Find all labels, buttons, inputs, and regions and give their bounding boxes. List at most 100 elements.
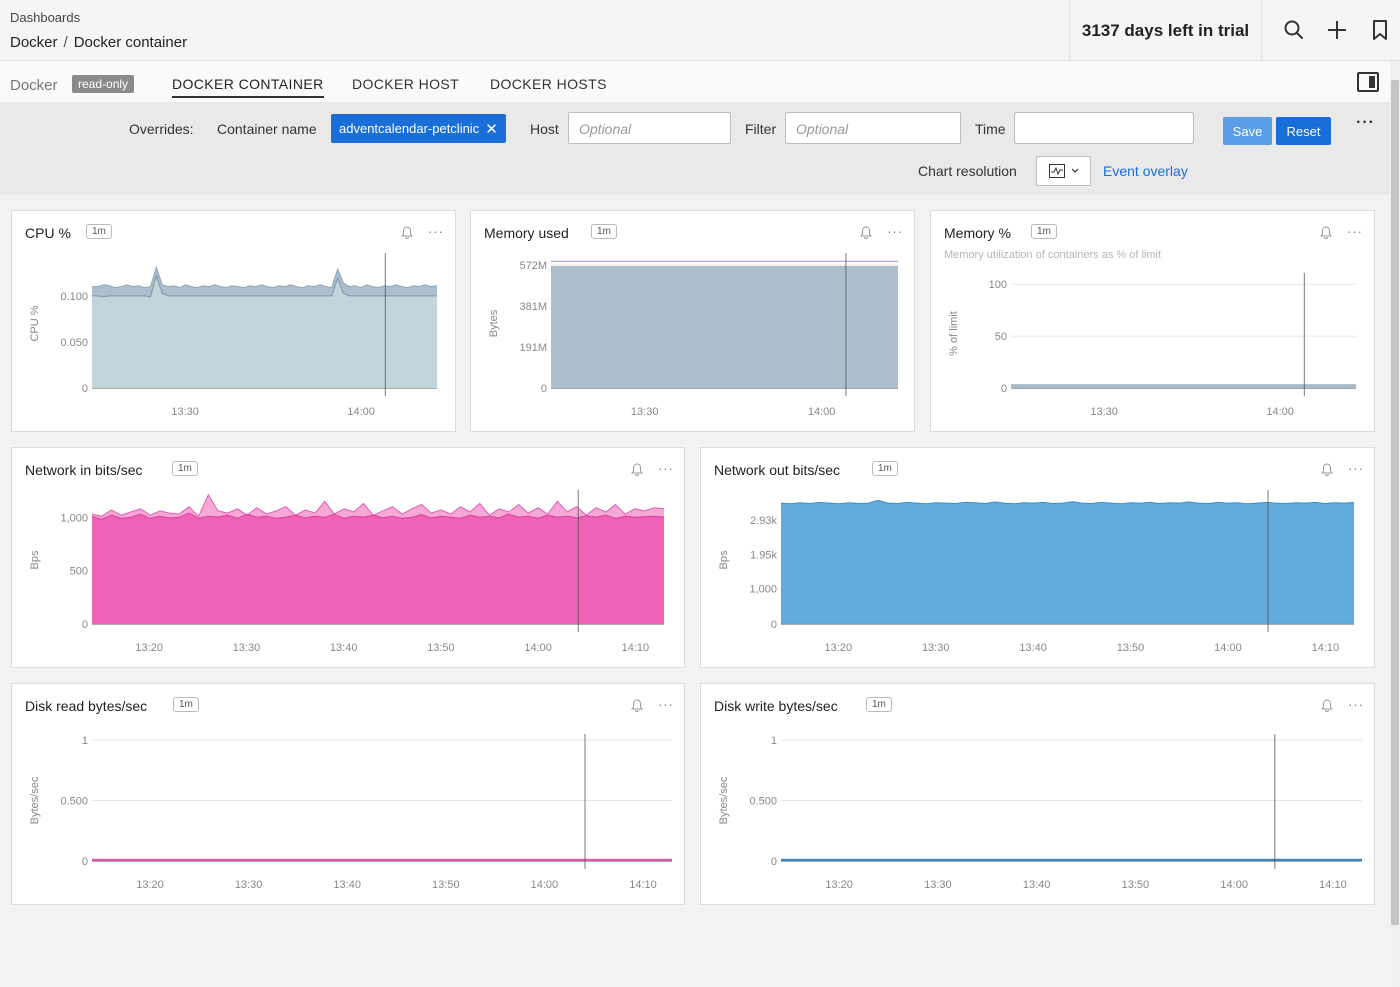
reset-button[interactable]: Reset: [1276, 117, 1331, 145]
x-tick-label: 13:50: [1117, 642, 1145, 654]
x-tick-label: 13:20: [825, 879, 853, 891]
y-tick-label: 191M: [519, 342, 547, 354]
x-tick-label: 13:30: [922, 642, 950, 654]
y-axis-label: Bytes/sec: [718, 776, 730, 824]
breadcrumb-docker[interactable]: Docker: [10, 34, 58, 51]
bookmark-icon[interactable]: [1368, 18, 1392, 42]
y-tick-label: 0.500: [60, 796, 88, 808]
more-options-icon[interactable]: ···: [1356, 114, 1375, 132]
chart-cpu-percent: 0 0.050 0.100 CPU % 13:30 14:00: [29, 253, 438, 418]
chart-resolution-label: Chart resolution: [918, 163, 1017, 179]
chevron-down-icon: [1071, 168, 1078, 173]
x-tick-label: 13:30: [631, 406, 659, 418]
y-axis-label: CPU %: [29, 305, 41, 341]
breadcrumb-separator: /: [63, 34, 68, 51]
y-tick-label: 0: [541, 383, 547, 395]
y-tick-label: 1,000: [749, 583, 777, 595]
plus-icon[interactable]: [1325, 18, 1349, 42]
breadcrumb: Docker / Docker container: [10, 34, 187, 51]
x-tick-label: 14:00: [1220, 879, 1248, 891]
filter-input[interactable]: Optional: [785, 112, 961, 144]
tab-docker-hosts[interactable]: DOCKER HOSTS: [490, 76, 607, 96]
chart-network-in: 0 500 1,000 Bps 13:20 13:30 13:40 13:50 14:00 14:…: [29, 490, 665, 654]
x-tick-label: 13:30: [233, 642, 261, 654]
x-tick-label: 13:40: [1019, 642, 1047, 654]
y-tick-label: 1: [82, 735, 88, 747]
x-tick-label: 14:00: [1214, 642, 1242, 654]
y-tick-label: 0: [771, 856, 777, 868]
y-axis-label: % of limit: [948, 311, 960, 356]
y-tick-label: 1.95k: [750, 550, 777, 562]
filter-label: Filter: [745, 121, 777, 137]
y-tick-label: 572M: [519, 260, 547, 272]
container-name-label: Container name: [217, 121, 317, 137]
tab-group-docker: Docker: [10, 77, 58, 94]
search-icon[interactable]: [1282, 18, 1306, 42]
y-tick-label: 500: [70, 566, 88, 578]
container-name-chip[interactable]: adventcalendar-petclinic ✕: [331, 114, 506, 143]
tab-docker-host[interactable]: DOCKER HOST: [352, 76, 459, 96]
y-tick-label: 50: [995, 331, 1007, 343]
tile-cpu-percent[interactable]: CPU % 1m ··· 0 0.050 0.100 CPU % 13:30 14:00: [11, 210, 456, 432]
x-tick-label: 13:30: [171, 406, 199, 418]
page-title: Docker container: [73, 34, 188, 51]
tile-network-out[interactable]: Network out bits/sec 1m ··· 0 1,000 1.95k 2…: [700, 447, 1375, 668]
x-tick-label: 13:40: [330, 642, 358, 654]
y-tick-label: 100: [989, 279, 1007, 291]
y-tick-label: 0.500: [749, 796, 777, 808]
event-overlay-link[interactable]: Event overlay: [1103, 163, 1188, 179]
x-tick-label: 13:40: [333, 879, 361, 891]
y-axis-label: Bytes/sec: [29, 776, 41, 824]
x-tick-label: 13:50: [1122, 879, 1150, 891]
top-header: Dashboards Docker / Docker container 3137 …: [0, 0, 1400, 61]
x-tick-label: 13:30: [1090, 406, 1118, 418]
y-axis-label: Bytes: [488, 309, 500, 337]
save-button[interactable]: Save: [1223, 117, 1272, 145]
tile-disk-read[interactable]: Disk read bytes/sec 1m ··· 0 0.500 1 Bytes/…: [11, 683, 685, 905]
chart-resolution-select[interactable]: [1036, 156, 1091, 186]
host-label: Host: [530, 121, 559, 137]
y-tick-label: 1,000: [60, 512, 88, 524]
y-axis-label: Bps: [718, 550, 730, 569]
host-input[interactable]: Optional: [568, 112, 731, 144]
y-tick-label: 0: [771, 619, 777, 631]
chart-disk-read: 0 0.500 1 Bytes/sec 13:20 13:30 13:40 13:50 14:0…: [29, 734, 672, 891]
y-tick-label: 0.050: [60, 337, 88, 349]
tile-network-in[interactable]: Network in bits/sec 1m ··· 0 500 1,000 Bps 1…: [11, 447, 685, 668]
chart-network-out: 0 1,000 1.95k 2.93k Bps 13:20 13:30 13:40 13:50 1…: [718, 490, 1355, 654]
remove-chip-icon[interactable]: ✕: [485, 120, 498, 138]
x-tick-label: 13:50: [427, 642, 455, 654]
chart-resolution-icon: [1048, 164, 1065, 178]
x-tick-label: 14:10: [1312, 642, 1340, 654]
side-panel-toggle-icon[interactable]: [1357, 72, 1379, 92]
scrollbar-thumb[interactable]: [1391, 80, 1399, 925]
x-tick-label: 13:20: [136, 879, 164, 891]
y-tick-label: 0.100: [60, 291, 88, 303]
y-tick-label: 2.93k: [750, 515, 777, 527]
overrides-label: Overrides:: [129, 121, 194, 137]
y-tick-label: 0: [1001, 383, 1007, 395]
x-tick-label: 13:50: [432, 879, 460, 891]
x-tick-label: 14:00: [808, 406, 836, 418]
dashboard-tabs: Docker read-only DOCKER CONTAINER DOCKER…: [0, 61, 1390, 102]
tile-memory-used[interactable]: Memory used 1m ··· 0 191M 381M 572M Bytes 13:…: [470, 210, 915, 432]
tile-memory-percent[interactable]: Memory % 1m Memory utilization of contai…: [930, 210, 1375, 432]
y-tick-label: 0: [82, 856, 88, 868]
tile-disk-write[interactable]: Disk write bytes/sec 1m ··· 0 0.500 1 Bytes…: [700, 683, 1375, 905]
chart-memory-used: 0 191M 381M 572M Bytes 13:30 14:00: [488, 253, 898, 418]
x-tick-label: 13:40: [1023, 879, 1051, 891]
breadcrumb-dashboards[interactable]: Dashboards: [10, 10, 80, 25]
trial-days-left[interactable]: 3137 days left in trial: [1069, 0, 1262, 61]
x-tick-label: 13:30: [924, 879, 952, 891]
x-tick-label: 13:30: [235, 879, 263, 891]
x-tick-label: 13:20: [825, 642, 853, 654]
y-tick-label: 1: [771, 735, 777, 747]
chart-memory-percent: 0 50 100 % of limit 13:30 14:00: [948, 273, 1356, 418]
x-tick-label: 14:00: [1266, 406, 1294, 418]
x-tick-label: 14:00: [347, 406, 375, 418]
y-tick-label: 381M: [519, 301, 547, 313]
y-tick-label: 0: [82, 619, 88, 631]
tab-docker-container[interactable]: DOCKER CONTAINER: [172, 76, 324, 98]
x-tick-label: 13:20: [135, 642, 163, 654]
time-input[interactable]: [1014, 112, 1194, 144]
